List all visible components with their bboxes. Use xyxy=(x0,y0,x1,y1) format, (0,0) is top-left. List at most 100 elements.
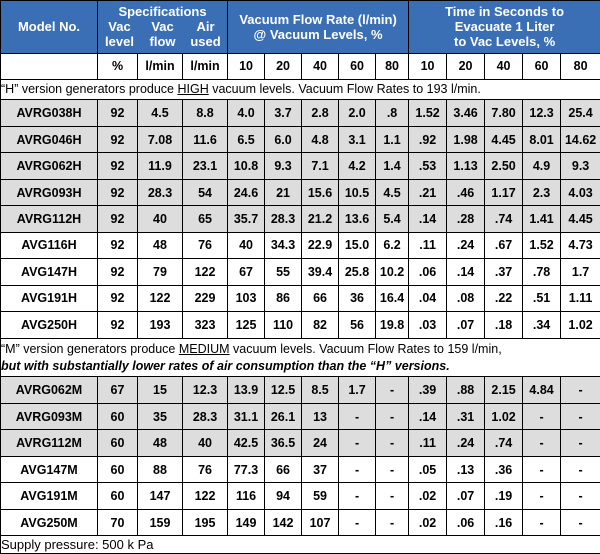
cell-evac-time: 8.01 xyxy=(522,125,562,154)
header-vac-flow-line1: Vac xyxy=(151,19,174,35)
header-group-row: Model No. Specifications Vac Vac Air lev… xyxy=(0,0,600,54)
cell-flow-rate: 34.3 xyxy=(264,231,303,260)
cell-flow-rate: 40 xyxy=(227,231,266,260)
header-time-line1: Time in Seconds to xyxy=(445,4,565,20)
cell-vac-flow: 79 xyxy=(137,258,183,286)
cell-flow-rate: 10.8 xyxy=(227,152,266,180)
cell-flow-rate: 26.1 xyxy=(264,402,303,431)
table-row: AVG250M 70 159 195 149 142 107- - .02.06.16- - xyxy=(0,508,600,537)
cell-evac-time: .05 xyxy=(408,455,448,484)
cell-evac-time: .07 xyxy=(446,311,486,339)
cell-flow-rate: - xyxy=(375,508,410,537)
cell-air-used: 76 xyxy=(181,231,229,260)
cell-evac-time: .19 xyxy=(484,482,524,510)
cell-vac-flow: 28.3 xyxy=(137,178,183,207)
m-note-underline: MEDIUM xyxy=(178,341,230,356)
cell-flow-rate: .8 xyxy=(375,99,410,127)
cell-evac-time: .18 xyxy=(484,311,524,339)
cell-evac-time: .34 xyxy=(522,311,562,339)
cell-evac-time: 4.03 xyxy=(560,178,600,207)
cell-flow-rate: - xyxy=(338,482,377,510)
cell-flow-rate: 1.7 xyxy=(338,376,377,404)
cell-air-used: 54 xyxy=(181,178,229,207)
cell-evac-time: .67 xyxy=(484,231,524,260)
cell-evac-time: .74 xyxy=(484,429,524,457)
header-units-row: % l/min l/min 10 20 40 60 80 10 20 40 60… xyxy=(0,52,600,80)
cell-flow-rate: 7.1 xyxy=(301,152,340,180)
cell-evac-time: - xyxy=(522,508,562,537)
cell-flow-rate: 22.9 xyxy=(301,231,340,260)
cell-flow-rate: 31.1 xyxy=(227,402,266,431)
cell-flow-rate: 24 xyxy=(301,429,340,457)
cell-flow-rate: 142 xyxy=(264,508,303,537)
table-row: AVG250H 92 193 323 125 110 82 56 19.8.03.07.18.3… xyxy=(0,311,600,339)
cell-flow-rate: 35.7 xyxy=(227,205,266,233)
cell-evac-time: - xyxy=(560,482,600,510)
header-time-level-60: 60 xyxy=(522,52,562,80)
cell-flow-rate: 110 xyxy=(264,311,303,339)
header-flow-level-60: 60 xyxy=(338,52,377,80)
cell-evac-time: 25.4 xyxy=(560,99,600,127)
cell-evac-time: 4.9 xyxy=(522,152,562,180)
cell-flow-rate: 5.4 xyxy=(375,205,410,233)
header-model-no: Model No. xyxy=(0,0,98,54)
cell-flow-rate: 13.6 xyxy=(338,205,377,233)
cell-model-no: AVG147H xyxy=(0,258,98,286)
cell-vac-flow: 48 xyxy=(137,429,183,457)
table-row: AVG116H 92 48 76 40 34.3 22.9 15.0 6.2.11.24.67 1… xyxy=(0,231,600,260)
cell-evac-time: .51 xyxy=(522,284,562,313)
cell-air-used: 8.8 xyxy=(181,99,229,127)
cell-flow-rate: 12.5 xyxy=(264,376,303,404)
cell-vac-level: 60 xyxy=(97,482,138,510)
cell-flow-rate: 42.5 xyxy=(227,429,266,457)
cell-evac-time: .07 xyxy=(446,482,486,510)
header-vacuum-flow-rate-line2: @ Vacuum Levels, % xyxy=(253,26,383,42)
cell-flow-rate: 21.2 xyxy=(301,205,340,233)
cell-flow-rate: 1.1 xyxy=(375,125,410,154)
cell-flow-rate: 103 xyxy=(227,284,266,313)
cell-flow-rate: 4.2 xyxy=(338,152,377,180)
cell-model-no: AVG116H xyxy=(0,231,98,260)
cell-vac-level: 92 xyxy=(97,258,138,286)
cell-evac-time: .14 xyxy=(408,402,448,431)
cell-vac-level: 92 xyxy=(97,231,138,260)
cell-flow-rate: 21 xyxy=(264,178,303,207)
cell-evac-time: - xyxy=(522,402,562,431)
cell-vac-level: 60 xyxy=(97,455,138,484)
cell-evac-time: 1.41 xyxy=(522,205,562,233)
cell-evac-time: .37 xyxy=(484,258,524,286)
cell-model-no: AVG191H xyxy=(0,284,98,313)
cell-evac-time: 4.45 xyxy=(484,125,524,154)
cell-evac-time: 12.3 xyxy=(522,99,562,127)
cell-vac-flow: 193 xyxy=(137,311,183,339)
cell-vac-level: 92 xyxy=(97,205,138,233)
table-row: AVRG062M 67 15 12.3 13.9 12.5 8.5 1.7- .39.88 2.1… xyxy=(0,376,600,404)
cell-vac-flow: 40 xyxy=(137,205,183,233)
cell-evac-time: .24 xyxy=(446,429,486,457)
cell-model-no: AVG191M xyxy=(0,482,98,510)
cell-model-no: AVRG093M xyxy=(0,402,98,431)
cell-flow-rate: 77.3 xyxy=(227,455,266,484)
cell-flow-rate: - xyxy=(338,402,377,431)
header-flow-level-10: 10 xyxy=(227,52,266,80)
header-time-line2: Evacuate 1 Liter xyxy=(454,19,555,35)
cell-flow-rate: 37 xyxy=(301,455,340,484)
cell-flow-rate: - xyxy=(375,376,410,404)
header-specifications-sublabels-line1: Vac Vac Air xyxy=(98,19,227,34)
cell-vac-level: 92 xyxy=(97,178,138,207)
cell-flow-rate: 94 xyxy=(264,482,303,510)
cell-evac-time: - xyxy=(560,376,600,404)
cell-air-used: 28.3 xyxy=(181,402,229,431)
cell-flow-rate: 19.8 xyxy=(375,311,410,339)
cell-air-used: 65 xyxy=(181,205,229,233)
cell-flow-rate: 66 xyxy=(264,455,303,484)
table-row: AVG147M 60 88 76 77.3 66 37- - .05.13.36- - xyxy=(0,455,600,484)
cell-evac-time: .02 xyxy=(408,508,448,537)
cell-evac-time: .11 xyxy=(408,231,448,260)
cell-evac-time: 1.17 xyxy=(484,178,524,207)
cell-flow-rate: 116 xyxy=(227,482,266,510)
m-note-post: vacuum levels. Vacuum Flow Rates to 159 … xyxy=(229,341,502,356)
cell-flow-rate: 10.5 xyxy=(338,178,377,207)
cell-vac-flow: 159 xyxy=(137,508,183,537)
cell-flow-rate: - xyxy=(375,402,410,431)
